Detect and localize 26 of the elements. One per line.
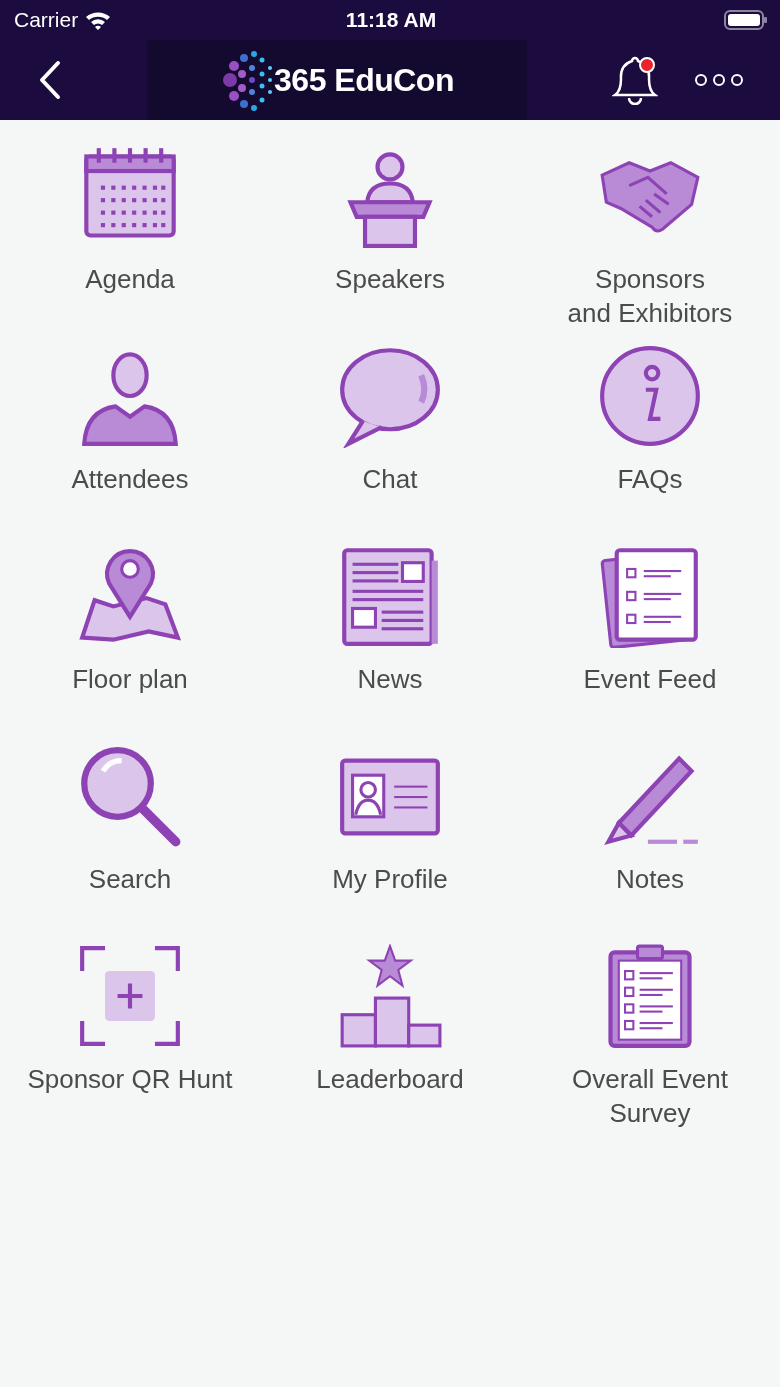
carrier-name: Carrier — [14, 8, 79, 32]
notifications-button[interactable] — [612, 55, 658, 105]
menu-tile[interactable]: Overall Event Survey — [520, 938, 780, 1138]
menu-tile[interactable]: Search — [0, 738, 260, 938]
wifi-icon — [84, 10, 113, 30]
menu-tile[interactable]: Sponsors and Exhibitors — [520, 138, 780, 338]
menu-tile[interactable]: FAQs — [520, 338, 780, 538]
clock-time: 11:18 AM — [345, 8, 437, 32]
menu-tile[interactable]: Leaderboard — [260, 938, 520, 1138]
menu-tile[interactable]: News — [260, 538, 520, 738]
menu-tile[interactable]: Attendees — [0, 338, 260, 538]
logo-text: 365 EduCon — [274, 61, 454, 99]
menu-tile[interactable]: Speakers — [260, 138, 520, 338]
info-icon — [598, 344, 702, 448]
menu-tile[interactable]: My Profile — [260, 738, 520, 938]
qr-scan-icon — [78, 944, 182, 1048]
search-icon — [78, 744, 182, 848]
battery-icon — [724, 9, 768, 31]
more-options-button[interactable] — [694, 73, 744, 87]
menu-tile[interactable]: Floor plan — [0, 538, 260, 738]
menu-tile[interactable]: Sponsor QR Hunt — [0, 938, 260, 1138]
menu-tile[interactable]: Agenda — [0, 138, 260, 338]
podium-star-icon — [338, 944, 442, 1048]
menu-tile[interactable]: Event Feed — [520, 538, 780, 738]
menu-tile[interactable]: Notes — [520, 738, 780, 938]
menu-tile[interactable]: Chat — [260, 338, 520, 538]
